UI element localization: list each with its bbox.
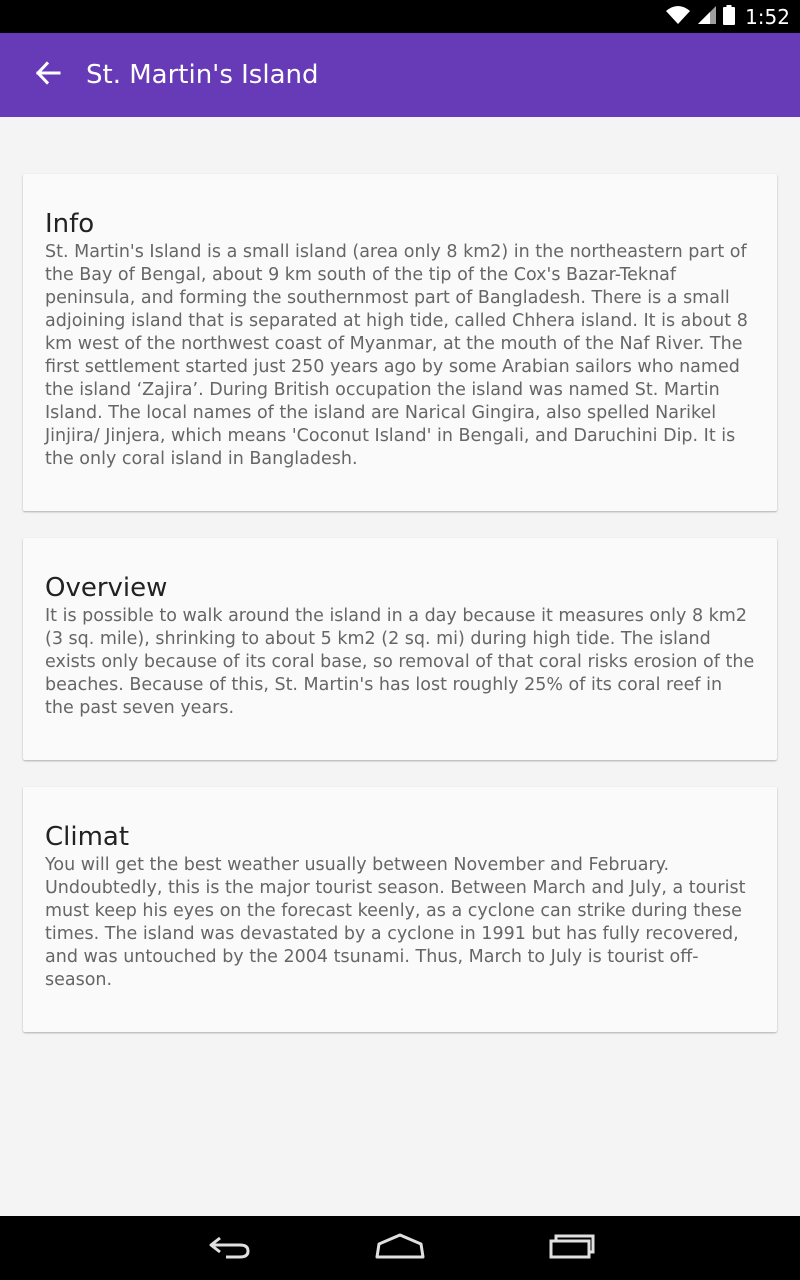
info-card-title: Info (45, 209, 95, 239)
app-bar: St. Martin's Island (0, 33, 800, 117)
content-area[interactable]: Info St. Martin's Island is a small isla… (0, 117, 800, 1216)
climat-card-text: You will get the best weather usually be… (45, 855, 746, 990)
back-button[interactable] (20, 47, 76, 103)
back-icon (206, 1232, 254, 1264)
status-icons: 1:52 (665, 0, 790, 33)
navigation-bar (0, 1216, 800, 1280)
signal-icon (697, 5, 717, 29)
battery-icon (723, 4, 736, 29)
status-time: 1:52 (745, 4, 790, 29)
status-bar: 1:52 (0, 0, 800, 33)
climat-card: Climat You will get the best weather usu… (23, 787, 777, 1032)
page-title: St. Martin's Island (86, 60, 319, 90)
info-card-text: St. Martin's Island is a small island (a… (45, 242, 748, 469)
nav-recents-button[interactable] (527, 1216, 617, 1280)
climat-card-title: Climat (45, 822, 130, 852)
overview-card-title: Overview (45, 573, 168, 603)
nav-back-button[interactable] (185, 1216, 275, 1280)
overview-card: Overview It is possible to walk around t… (23, 538, 777, 760)
home-icon (374, 1231, 426, 1265)
arrow-back-icon (35, 60, 61, 90)
overview-card-text: It is possible to walk around the island… (45, 606, 755, 718)
recents-icon (548, 1232, 596, 1264)
info-card: Info St. Martin's Island is a small isla… (23, 174, 777, 511)
wifi-icon (665, 5, 691, 29)
nav-home-button[interactable] (355, 1216, 445, 1280)
